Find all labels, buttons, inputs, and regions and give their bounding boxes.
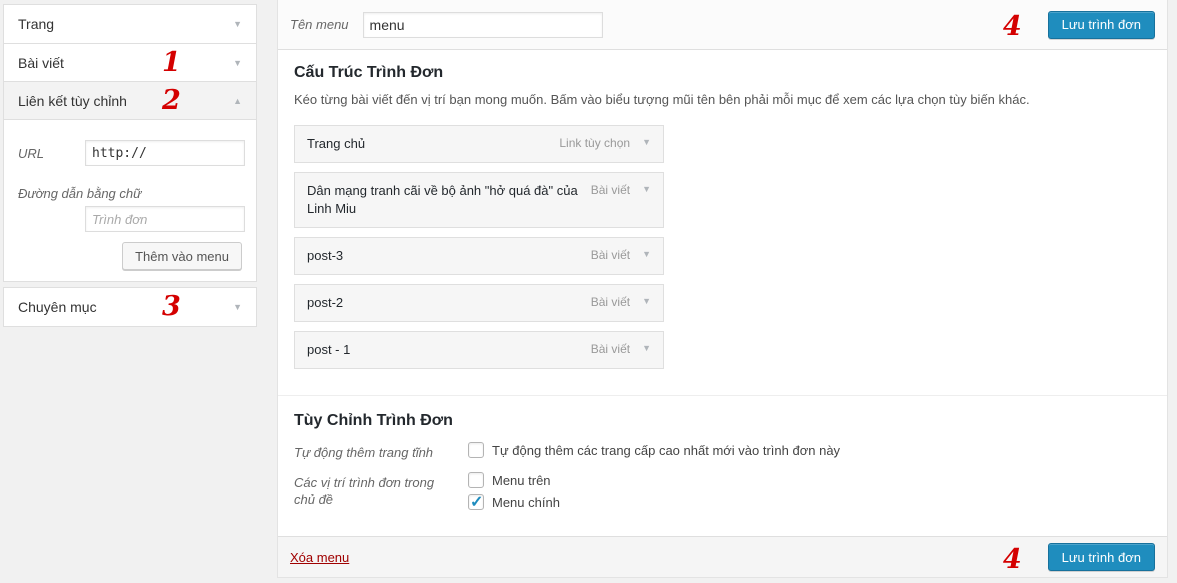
panel-label: Trang	[18, 16, 54, 32]
sidebar-panel-categories[interactable]: Chuyên mục 3 ▼	[4, 288, 256, 326]
metabox-sidebar: Trang ▼ Bài viết 1 ▼ Liên kết tùy chỉnh …	[3, 4, 257, 327]
menu-item-home[interactable]: Trang chủ Link tùy chọn ▼	[294, 125, 664, 163]
chevron-down-icon[interactable]: ▼	[233, 58, 242, 68]
chevron-down-icon[interactable]: ▼	[642, 343, 651, 353]
menu-name-bar: Tên menu 4 Lưu trình đơn	[278, 0, 1167, 50]
add-to-menu-button[interactable]: Thêm vào menu	[122, 242, 242, 270]
auto-add-label: Tự động thêm trang tĩnh	[294, 442, 456, 464]
save-menu-button-top[interactable]: Lưu trình đơn	[1048, 11, 1155, 39]
sidebar-panel-posts[interactable]: Bài viết 1 ▼	[4, 43, 256, 81]
annotation-4-top: 4	[1003, 13, 1022, 40]
menu-item-label: Trang chủ	[307, 135, 559, 153]
location-top-menu-label: Menu trên	[492, 473, 551, 488]
menu-item-label: post-3	[307, 247, 591, 265]
settings-title: Tùy Chỉnh Trình Đơn	[294, 412, 1151, 430]
chevron-down-icon[interactable]: ▼	[642, 296, 651, 306]
chevron-down-icon[interactable]: ▼	[642, 137, 651, 147]
menu-item-label: post-2	[307, 294, 591, 312]
sidebar-panel-custom-links[interactable]: Liên kết tùy chỉnh 2 ▲	[4, 81, 256, 119]
structure-title: Cấu Trúc Trình Đơn	[294, 64, 1151, 82]
menu-settings-section: Tùy Chỉnh Trình Đơn Tự động thêm trang t…	[294, 396, 1151, 516]
annotation-4-bottom: 4	[1003, 546, 1022, 573]
menu-item-type: Bài viết	[591, 183, 630, 197]
locations-label: Các vị trí trình đơn trong chủ đề	[294, 472, 456, 516]
panel-label: Bài viết	[18, 55, 64, 71]
location-top-menu-checkbox[interactable]	[468, 472, 484, 488]
custom-link-form: URL Đường dẫn bằng chữ Thêm vào menu	[4, 119, 256, 281]
link-text-label: Đường dẫn bằng chữ	[18, 186, 141, 201]
menu-editor-panel: Tên menu 4 Lưu trình đơn Cấu Trúc Trình …	[277, 0, 1168, 578]
sidebar-panel-pages[interactable]: Trang ▼	[4, 5, 256, 43]
url-label: URL	[18, 146, 44, 161]
structure-description: Kéo từng bài viết đến vị trí bạn mong mu…	[294, 92, 1151, 107]
chevron-down-icon[interactable]: ▼	[233, 19, 242, 29]
menu-item-post-linhmiu[interactable]: Dân mạng tranh cãi về bộ ảnh "hở quá đà"…	[294, 172, 664, 228]
chevron-up-icon[interactable]: ▲	[233, 96, 242, 106]
menu-item-type: Bài viết	[591, 295, 630, 309]
panel-label: Chuyên mục	[18, 299, 97, 315]
menu-item-label: Dân mạng tranh cãi về bộ ảnh "hở quá đà"…	[307, 182, 591, 218]
chevron-down-icon[interactable]: ▼	[233, 302, 242, 312]
menu-structure-section: Cấu Trúc Trình Đơn Kéo từng bài viết đến…	[278, 50, 1167, 516]
menu-item-post-3[interactable]: post-3 Bài viết ▼	[294, 237, 664, 275]
menu-item-type: Link tùy chọn	[559, 136, 630, 150]
menu-item-list: Trang chủ Link tùy chọn ▼ Dân mạng tranh…	[294, 125, 664, 369]
annotation-1: 1	[162, 49, 181, 76]
menu-name-label: Tên menu	[290, 17, 349, 32]
accordion-group: Trang ▼ Bài viết 1 ▼ Liên kết tùy chỉnh …	[3, 4, 257, 282]
auto-add-option-label: Tự động thêm các trang cấp cao nhất mới …	[492, 443, 840, 458]
delete-menu-link[interactable]: Xóa menu	[290, 550, 349, 565]
auto-add-checkbox[interactable]	[468, 442, 484, 458]
location-main-menu-label: Menu chính	[492, 495, 560, 510]
location-main-menu-checkbox[interactable]	[468, 494, 484, 510]
menu-item-post-2[interactable]: post-2 Bài viết ▼	[294, 284, 664, 322]
accordion-group-categories: Chuyên mục 3 ▼	[3, 287, 257, 327]
menu-item-label: post - 1	[307, 341, 591, 359]
auto-add-row: Tự động thêm trang tĩnh Tự động thêm các…	[294, 442, 1151, 464]
annotation-3: 3	[162, 293, 181, 320]
menu-item-post-1[interactable]: post - 1 Bài viết ▼	[294, 331, 664, 369]
menu-name-input[interactable]	[363, 12, 603, 38]
chevron-down-icon[interactable]: ▼	[642, 249, 651, 259]
panel-label: Liên kết tùy chỉnh	[18, 93, 127, 109]
url-input[interactable]	[85, 140, 245, 166]
menu-item-type: Bài viết	[591, 342, 630, 356]
chevron-down-icon[interactable]: ▼	[642, 184, 651, 194]
menu-item-type: Bài viết	[591, 248, 630, 262]
menu-footer-bar: Xóa menu 4 Lưu trình đơn	[278, 536, 1167, 577]
save-menu-button-bottom[interactable]: Lưu trình đơn	[1048, 543, 1155, 571]
theme-locations-row: Các vị trí trình đơn trong chủ đề Menu t…	[294, 472, 1151, 516]
annotation-2: 2	[162, 87, 181, 114]
link-text-input[interactable]	[85, 206, 245, 232]
